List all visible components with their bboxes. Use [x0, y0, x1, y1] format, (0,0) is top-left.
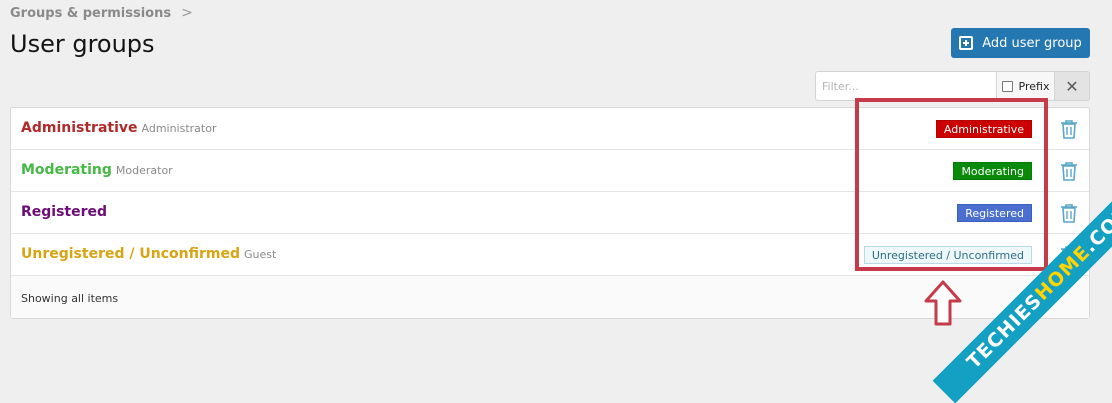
add-user-group-button[interactable]: Add user group — [951, 28, 1090, 58]
plus-square-icon — [959, 36, 974, 50]
group-title: Unregistered / Unconfirmed — [21, 246, 240, 262]
group-name-link[interactable]: Administrative Administrator — [21, 120, 217, 136]
group-name-link[interactable]: Unregistered / Unconfirmed Guest — [21, 246, 276, 262]
prefix-checkbox[interactable] — [1001, 80, 1013, 92]
add-user-group-label: Add user group — [982, 35, 1082, 51]
breadcrumb-link-groups-permissions[interactable]: Groups & permissions — [10, 6, 171, 21]
group-name-link[interactable]: Registered — [21, 204, 107, 220]
showing-items-text: Showing all items — [21, 292, 119, 305]
group-user-title: Guest — [243, 248, 277, 261]
trash-icon[interactable] — [1060, 161, 1078, 181]
close-icon: ✕ — [1065, 76, 1079, 96]
page-title: User groups — [10, 30, 155, 58]
prefix-toggle[interactable]: Prefix — [996, 71, 1055, 101]
trash-icon[interactable] — [1060, 119, 1078, 139]
filter-bar: Prefix ✕ — [815, 71, 1090, 101]
group-title: Registered — [21, 204, 108, 220]
group-name-link[interactable]: Moderating Moderator — [21, 162, 173, 178]
group-title: Moderating — [21, 162, 112, 178]
annotation-highlight-box — [855, 98, 1048, 271]
annotation-up-arrow-icon — [924, 280, 962, 326]
group-user-title: Administrator — [141, 122, 217, 135]
prefix-label: Prefix — [1018, 79, 1050, 93]
trash-icon[interactable] — [1060, 203, 1078, 223]
clear-filter-button[interactable]: ✕ — [1055, 71, 1090, 101]
breadcrumb: Groups & permissions > — [10, 5, 193, 21]
group-user-title: Moderator — [115, 164, 173, 177]
group-title: Administrative — [21, 120, 138, 136]
filter-input[interactable] — [815, 71, 996, 101]
breadcrumb-separator-icon: > — [181, 5, 193, 21]
